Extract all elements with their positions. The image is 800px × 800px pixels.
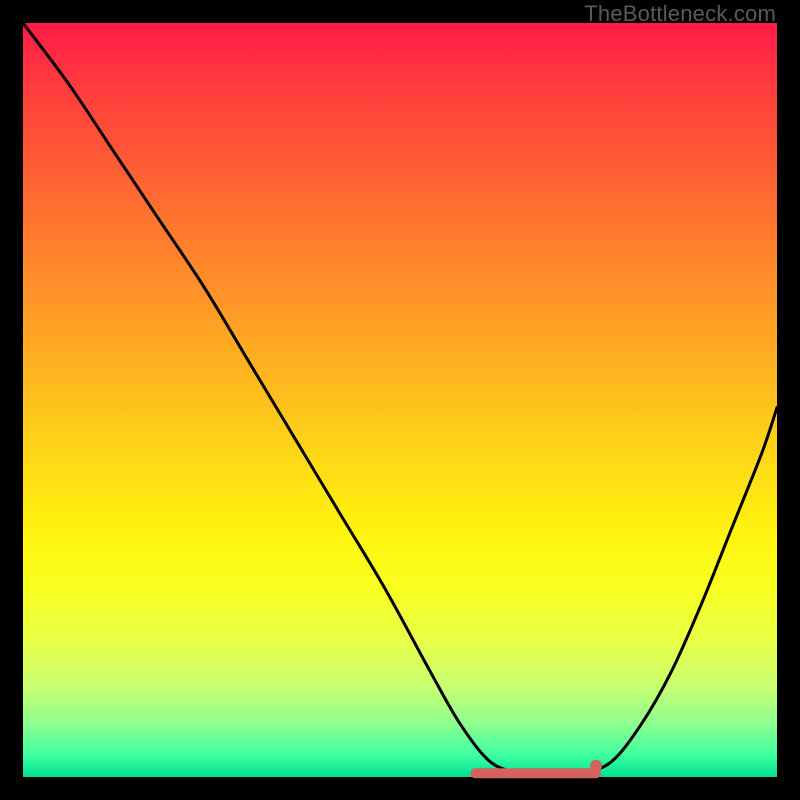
chart-svg [23, 23, 777, 777]
watermark-text: TheBottleneck.com [584, 1, 776, 27]
chart-frame: TheBottleneck.com [0, 0, 800, 800]
bottleneck-curve [23, 23, 777, 777]
chart-plot-area [23, 23, 777, 777]
marker-dot [590, 760, 602, 772]
